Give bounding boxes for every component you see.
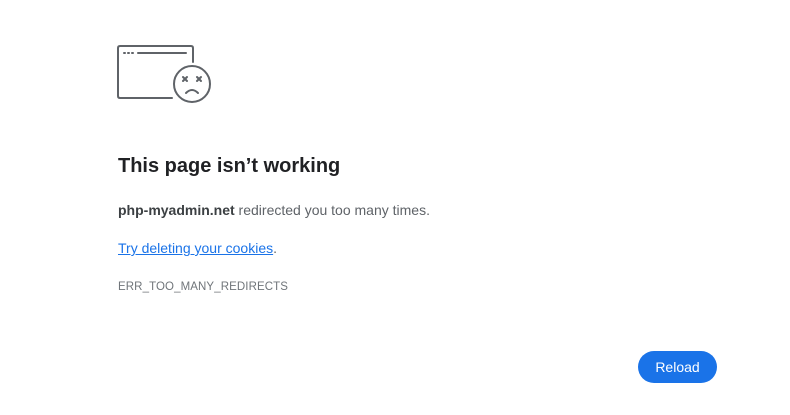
page-title: This page isn’t working bbox=[118, 155, 341, 177]
suggestion-suffix: . bbox=[273, 240, 277, 256]
error-message-text: redirected you too many times. bbox=[234, 202, 430, 218]
delete-cookies-link[interactable]: Try deleting your cookies bbox=[118, 240, 273, 256]
reload-button[interactable]: Reload bbox=[638, 351, 717, 383]
error-domain: php-myadmin.net bbox=[118, 202, 235, 218]
error-code: ERR_TOO_MANY_REDIRECTS bbox=[118, 281, 289, 293]
suggestion: Try deleting your cookies. bbox=[118, 240, 277, 256]
sad-face-browser-window-icon bbox=[117, 45, 211, 103]
error-page: This page isn’t working php-myadmin.net … bbox=[0, 0, 790, 415]
error-message: php-myadmin.net redirected you too many … bbox=[118, 202, 430, 218]
